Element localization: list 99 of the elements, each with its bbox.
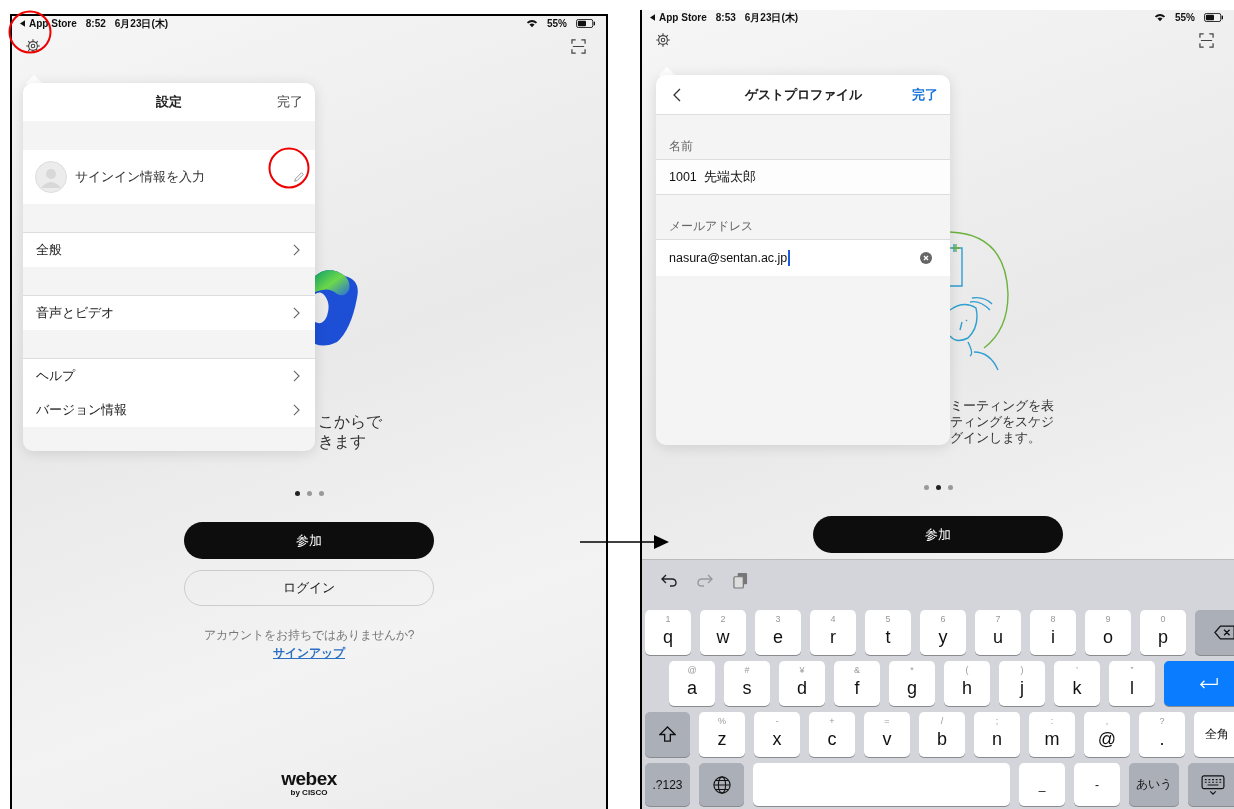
menu-item[interactable]: 音声とビデオ bbox=[23, 296, 315, 330]
keyboard-key[interactable]: ¥ d bbox=[779, 661, 825, 706]
keyboard-key[interactable]: # s bbox=[724, 661, 770, 706]
chevron-right-icon bbox=[293, 404, 300, 416]
keyboard-key[interactable]: / b bbox=[919, 712, 965, 757]
intro-text-fragment: ミーティングを表 ティングをスケジ グインします。 bbox=[950, 398, 1054, 446]
shift-icon bbox=[659, 726, 676, 743]
profile-row[interactable]: サインイン情報を入力 bbox=[23, 150, 315, 204]
keyboard-key[interactable]: 8 i bbox=[1030, 610, 1076, 655]
keyboard-key[interactable]: - x bbox=[754, 712, 800, 757]
keyboard-key[interactable]: ’ k bbox=[1054, 661, 1100, 706]
back-triangle-icon bbox=[650, 14, 655, 21]
intro-text-fragment: こからで きます bbox=[318, 412, 382, 452]
menu-item[interactable]: バージョン情報 bbox=[23, 393, 315, 427]
keyboard-key[interactable]: 5 t bbox=[865, 610, 911, 655]
brand-subtitle: by CISCO bbox=[290, 788, 328, 797]
menu-item[interactable]: ヘルプ bbox=[23, 359, 315, 393]
back-app-label[interactable]: App Store bbox=[659, 12, 707, 23]
return-icon bbox=[1199, 677, 1219, 690]
chevron-right-icon bbox=[293, 307, 300, 319]
keyboard-key[interactable]: ” l bbox=[1109, 661, 1155, 706]
page-dot[interactable] bbox=[318, 490, 324, 496]
page-dot[interactable] bbox=[294, 490, 300, 496]
wifi-icon bbox=[1154, 13, 1166, 22]
status-date: 6月23日(木) bbox=[114, 16, 169, 31]
scan-icon[interactable] bbox=[1199, 32, 1214, 48]
status-time: 8:52 bbox=[85, 18, 106, 29]
globe-icon bbox=[712, 775, 731, 794]
battery-percent: 55% bbox=[547, 18, 567, 29]
hide-keyboard-key[interactable] bbox=[1188, 763, 1234, 806]
shift-key[interactable] bbox=[645, 712, 690, 757]
signup-prompt: アカウントをお持ちではありませんか? サインアップ bbox=[202, 627, 416, 662]
back-triangle-icon bbox=[20, 20, 25, 27]
keyboard-key[interactable]: 4 r bbox=[810, 610, 856, 655]
scan-icon[interactable] bbox=[571, 38, 586, 54]
text-field[interactable]: nasura@sentan.ac.jp bbox=[656, 239, 950, 276]
wifi-icon bbox=[526, 19, 538, 28]
keyboard-key[interactable]: : m bbox=[1029, 712, 1075, 757]
keyboard-key[interactable]: ? . bbox=[1139, 712, 1185, 757]
avatar-icon bbox=[35, 161, 67, 193]
page-dot[interactable] bbox=[947, 484, 953, 490]
page-dot[interactable] bbox=[935, 484, 941, 490]
keyboard-key[interactable]: @ a bbox=[669, 661, 715, 706]
chevron-right-icon bbox=[293, 244, 300, 256]
done-button[interactable]: 完了 bbox=[277, 93, 303, 111]
clear-icon[interactable] bbox=[920, 251, 932, 264]
keyboard-key[interactable]: 全角 bbox=[1194, 712, 1234, 757]
annotation-circle bbox=[268, 147, 310, 189]
menu-item[interactable]: 全般 bbox=[23, 233, 315, 267]
keyboard-key[interactable]: ) j bbox=[999, 661, 1045, 706]
settings-icon[interactable] bbox=[25, 38, 41, 54]
join-button[interactable]: 参加 bbox=[184, 522, 434, 559]
chevron-right-icon bbox=[293, 370, 300, 382]
popover-title: 設定 bbox=[156, 93, 182, 111]
backspace-icon bbox=[1214, 625, 1234, 640]
brand-logo-text: webex bbox=[281, 770, 337, 788]
annotation-circle bbox=[8, 10, 52, 54]
back-chevron-icon[interactable] bbox=[673, 88, 681, 102]
popover-title: ゲストプロファイル bbox=[744, 85, 862, 104]
back-app-label[interactable]: App Store bbox=[29, 18, 77, 29]
battery-icon bbox=[1204, 13, 1224, 22]
text-field[interactable]: 1001 先端太郎 bbox=[656, 159, 950, 195]
undo-icon[interactable] bbox=[661, 573, 677, 587]
page-dot[interactable] bbox=[923, 484, 929, 490]
keyboard-key[interactable]: 7 u bbox=[975, 610, 1021, 655]
keyboard-key[interactable]: ( h bbox=[944, 661, 990, 706]
keyboard-icon bbox=[1201, 774, 1225, 795]
globe-key[interactable] bbox=[699, 763, 744, 806]
done-button[interactable]: 完了 bbox=[912, 85, 938, 104]
keyboard-key[interactable]: あいう bbox=[1129, 763, 1179, 806]
keyboard-key[interactable]: 3 e bbox=[755, 610, 801, 655]
keyboard-key[interactable]: , @ bbox=[1084, 712, 1130, 757]
battery-icon bbox=[576, 19, 596, 28]
status-date: 6月23日(木) bbox=[744, 10, 799, 25]
keyboard-key[interactable]: 9 o bbox=[1085, 610, 1131, 655]
keyboard-key[interactable]: 0 p bbox=[1140, 610, 1186, 655]
field-label: 名前 bbox=[669, 139, 693, 154]
keyboard-key[interactable]: * g bbox=[889, 661, 935, 706]
keyboard-key[interactable]: & f bbox=[834, 661, 880, 706]
keyboard-key[interactable]: + c bbox=[809, 712, 855, 757]
keyboard-key[interactable]: .?123 bbox=[645, 763, 690, 806]
keyboard-key[interactable]: 2 w bbox=[700, 610, 746, 655]
keyboard-key[interactable]: - bbox=[1074, 763, 1120, 806]
signup-link[interactable]: サインアップ bbox=[273, 646, 345, 660]
pencil-icon[interactable] bbox=[293, 171, 305, 183]
field-label: メールアドレス bbox=[669, 219, 753, 234]
profile-label: サインイン情報を入力 bbox=[75, 168, 205, 186]
keyboard-key[interactable]: 1 q bbox=[645, 610, 691, 655]
keyboard-key[interactable]: _ bbox=[1019, 763, 1065, 806]
keyboard-key[interactable]: 6 y bbox=[920, 610, 966, 655]
join-button[interactable]: 参加 bbox=[813, 516, 1063, 553]
keyboard-key[interactable]: ; n bbox=[974, 712, 1020, 757]
status-time: 8:53 bbox=[715, 12, 736, 23]
paste-icon[interactable] bbox=[733, 571, 748, 589]
page-dot[interactable] bbox=[306, 490, 312, 496]
keyboard-key[interactable]: % z bbox=[699, 712, 745, 757]
battery-percent: 55% bbox=[1175, 12, 1195, 23]
settings-icon[interactable] bbox=[655, 32, 671, 48]
keyboard-key[interactable]: = v bbox=[864, 712, 910, 757]
